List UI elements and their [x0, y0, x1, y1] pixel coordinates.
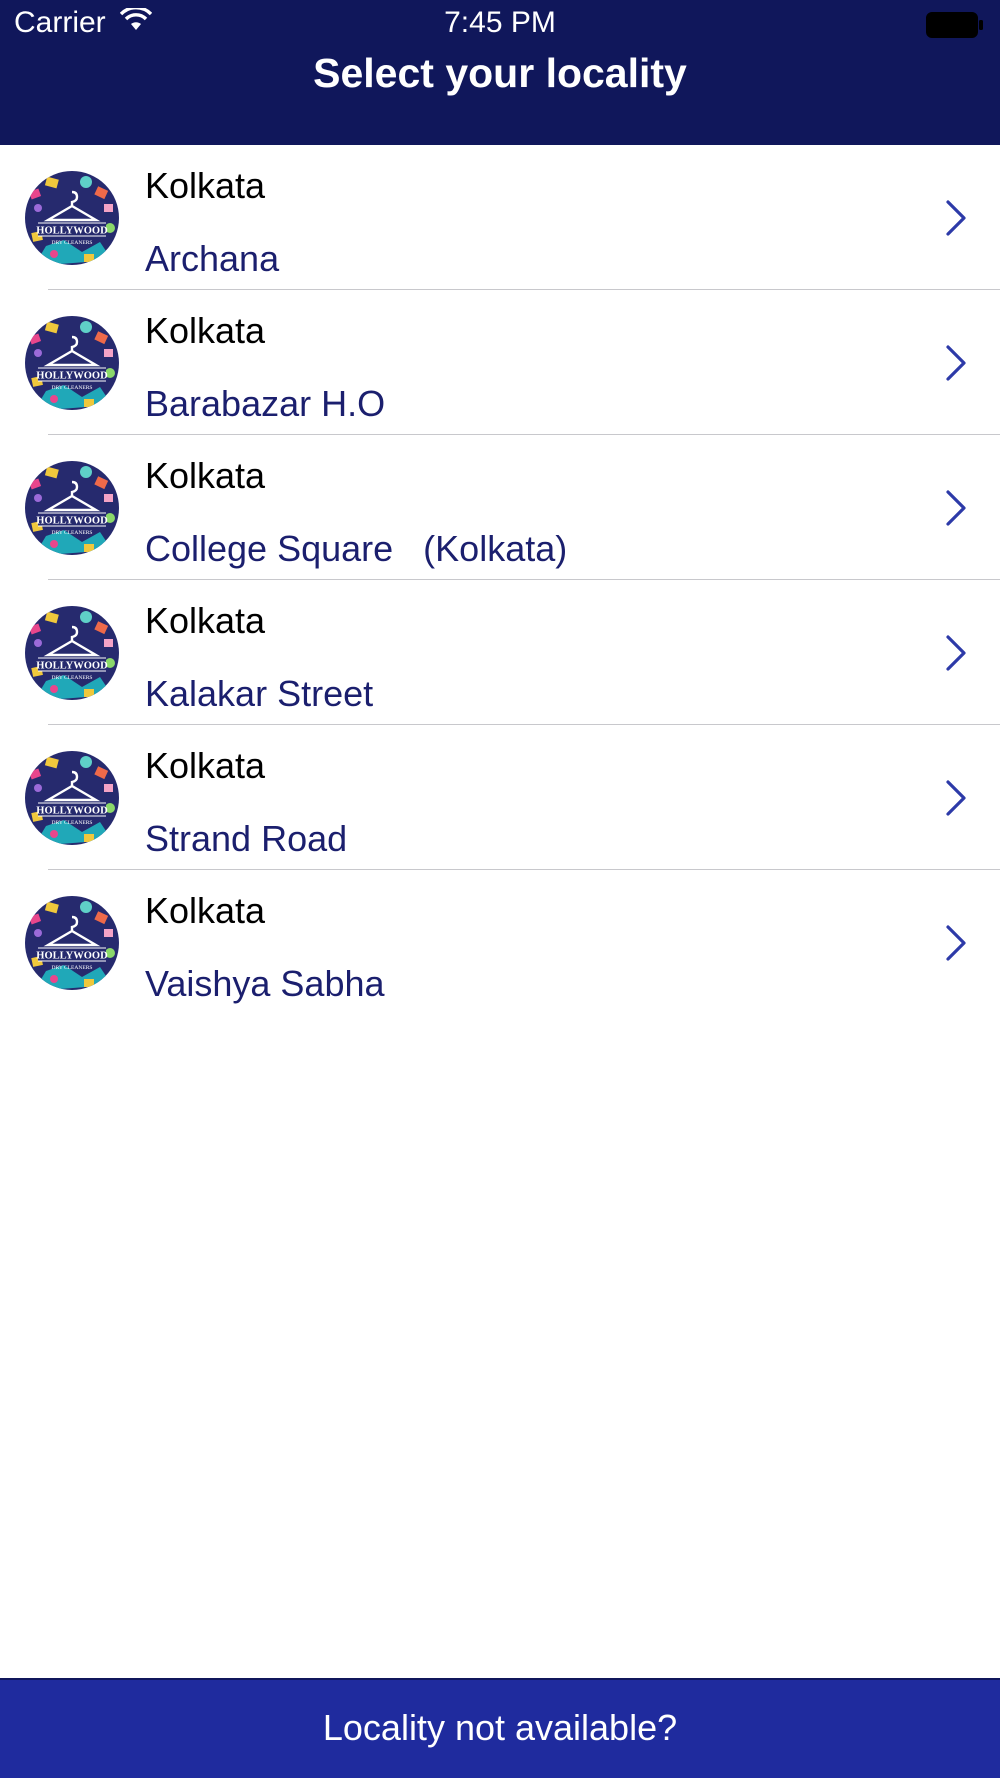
locality-row[interactable]: HOLLYWOOD DRY CLEANERS Kolkata College S… — [0, 435, 1000, 580]
logo-text-sub: DRY CLEANERS — [52, 530, 93, 536]
logo-text-main: HOLLYWOOD — [36, 516, 108, 527]
chevron-right-icon — [946, 490, 966, 526]
logo-text-sub: DRY CLEANERS — [52, 240, 93, 246]
status-bar: Carrier 7:45 PM — [0, 0, 1000, 48]
locality-name: College Square (Kolkata) — [145, 528, 568, 569]
chevron-right-icon — [946, 635, 966, 671]
city-label: Kolkata — [145, 745, 266, 786]
locality-row[interactable]: HOLLYWOOD DRY CLEANERS Kolkata Archana — [0, 145, 1000, 290]
page-title: Select your locality — [313, 50, 687, 96]
hollywood-dry-cleaners-logo: HOLLYWOOD DRY CLEANERS — [25, 461, 119, 555]
city-label: Kolkata — [145, 310, 266, 351]
locality-row[interactable]: HOLLYWOOD DRY CLEANERS Kolkata Kalakar S… — [0, 580, 1000, 725]
logo-text-main: HOLLYWOOD — [36, 806, 108, 817]
logo-text-sub: DRY CLEANERS — [52, 965, 93, 971]
hollywood-dry-cleaners-logo: HOLLYWOOD DRY CLEANERS — [25, 751, 119, 845]
locality-not-available-button[interactable]: Locality not available? — [0, 1678, 1000, 1778]
locality-name: Archana — [145, 238, 280, 279]
locality-name: Strand Road — [145, 818, 348, 859]
logo-text-main: HOLLYWOOD — [36, 371, 108, 382]
hollywood-dry-cleaners-logo: HOLLYWOOD DRY CLEANERS — [25, 606, 119, 700]
chevron-right-icon — [946, 780, 966, 816]
locality-name: Barabazar H.O — [145, 383, 386, 424]
battery-icon — [926, 12, 983, 38]
chevron-right-icon — [946, 925, 966, 961]
logo-text-sub: DRY CLEANERS — [52, 675, 93, 681]
city-label: Kolkata — [145, 165, 266, 206]
logo-text-main: HOLLYWOOD — [36, 661, 108, 672]
city-label: Kolkata — [145, 600, 266, 641]
logo-text-main: HOLLYWOOD — [36, 226, 108, 237]
logo-text-sub: DRY CLEANERS — [52, 385, 93, 391]
hollywood-dry-cleaners-logo: HOLLYWOOD DRY CLEANERS — [25, 171, 119, 265]
hollywood-dry-cleaners-logo: HOLLYWOOD DRY CLEANERS — [25, 896, 119, 990]
hollywood-dry-cleaners-logo: HOLLYWOOD DRY CLEANERS — [25, 316, 119, 410]
locality-name: Kalakar Street — [145, 673, 374, 714]
logo-text-sub: DRY CLEANERS — [52, 820, 93, 826]
city-label: Kolkata — [145, 890, 266, 931]
locality-row[interactable]: HOLLYWOOD DRY CLEANERS Kolkata Vaishya S… — [0, 870, 1000, 1015]
locality-list: HOLLYWOOD DRY CLEANERS Kolkata Archana H… — [0, 145, 1000, 1015]
locality-name: Vaishya Sabha — [145, 963, 385, 1004]
navigation-header: Carrier 7:45 PM Select your locality — [0, 0, 1000, 145]
city-label: Kolkata — [145, 455, 266, 496]
logo-text-main: HOLLYWOOD — [36, 951, 108, 962]
chevron-right-icon — [946, 345, 966, 381]
status-time: 7:45 PM — [444, 6, 556, 39]
locality-row[interactable]: HOLLYWOOD DRY CLEANERS Kolkata Barabazar… — [0, 290, 1000, 435]
locality-row[interactable]: HOLLYWOOD DRY CLEANERS Kolkata Strand Ro… — [0, 725, 1000, 870]
chevron-right-icon — [946, 200, 966, 236]
